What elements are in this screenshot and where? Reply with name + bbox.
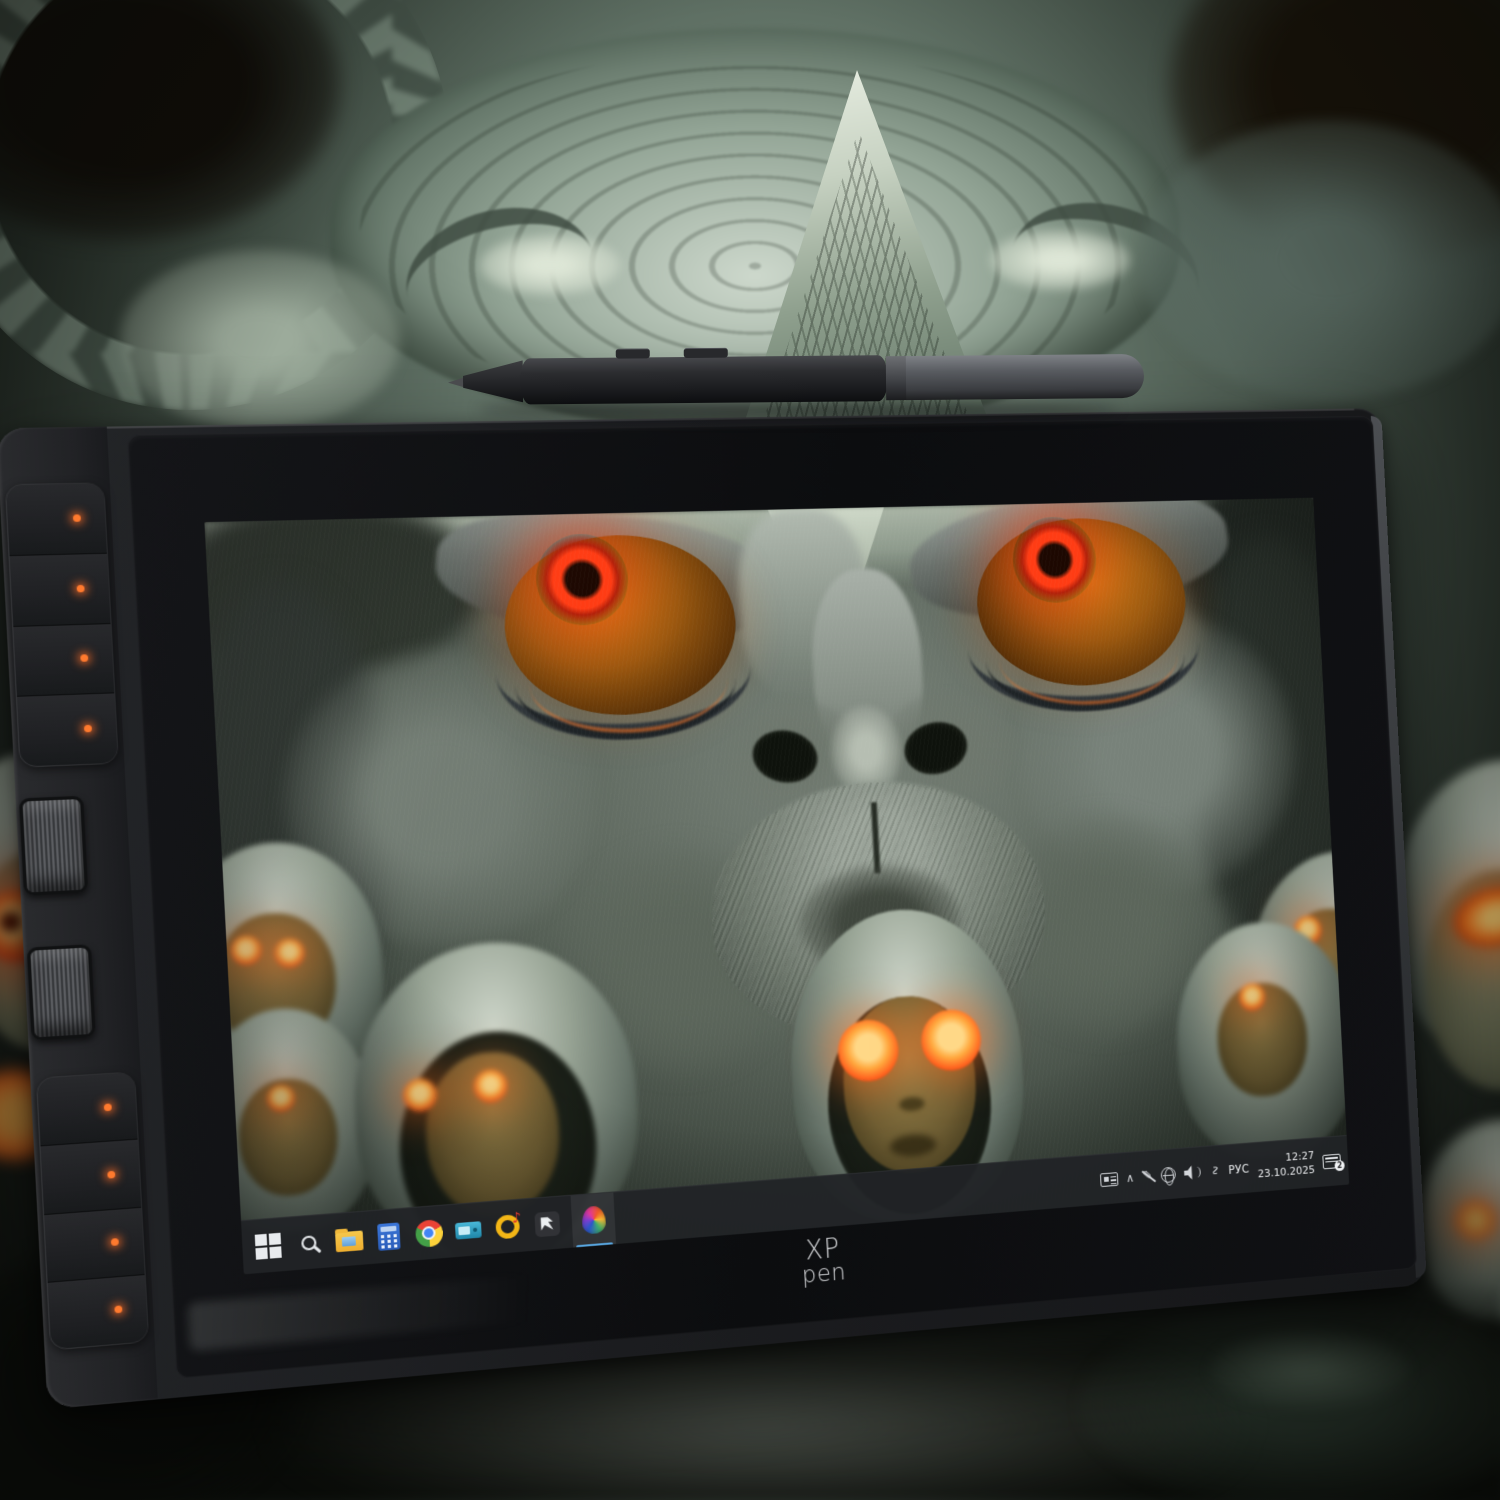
chrome-button[interactable] bbox=[414, 1218, 444, 1248]
key-group-bottom bbox=[35, 1071, 150, 1351]
key-led-icon bbox=[83, 724, 93, 733]
dark-tile-app-button[interactable] bbox=[532, 1209, 561, 1239]
express-key-4[interactable] bbox=[16, 693, 118, 767]
left-goblin-pupil bbox=[0, 912, 22, 932]
rubble-right-hl bbox=[1210, 1330, 1410, 1410]
stylus-disabled-icon[interactable]: ✎ bbox=[1142, 1168, 1153, 1183]
dark-app-glyph-icon bbox=[539, 1215, 555, 1231]
chrome-icon bbox=[414, 1218, 444, 1248]
express-key-5[interactable] bbox=[36, 1072, 138, 1147]
key-group-top bbox=[4, 482, 119, 768]
key-led-icon bbox=[103, 1103, 112, 1111]
music-note-icon: ♪ bbox=[511, 1209, 522, 1227]
express-key-1[interactable] bbox=[5, 483, 107, 556]
pen-button-2[interactable] bbox=[683, 347, 728, 359]
music-ring-icon: ♪ bbox=[495, 1210, 522, 1240]
calculator-button[interactable] bbox=[374, 1221, 404, 1251]
crown-scroll-hl-left bbox=[480, 235, 620, 295]
stylus-pen bbox=[448, 347, 1150, 411]
pen-cone bbox=[463, 360, 523, 403]
pen-button-1[interactable] bbox=[615, 348, 650, 359]
tablet-body: ♪ ∧ ✎ ∿ РУС 12:27 23.10.2025 2 XP pen bbox=[0, 408, 1428, 1410]
calculator-icon bbox=[377, 1221, 401, 1251]
search-icon bbox=[300, 1234, 317, 1251]
dark-app-icon bbox=[533, 1210, 560, 1237]
driver-utility-icon[interactable]: ∿ bbox=[1207, 1163, 1224, 1179]
roller-wheel-2[interactable] bbox=[26, 944, 96, 1041]
folder-icon bbox=[334, 1229, 364, 1252]
pen-ring bbox=[885, 356, 909, 401]
notification-center-icon[interactable]: 2 bbox=[1322, 1153, 1345, 1172]
scene: ♪ ∧ ✎ ∿ РУС 12:27 23.10.2025 2 XP pen bbox=[0, 0, 1500, 1500]
pen-grip bbox=[519, 355, 889, 405]
music-app-button[interactable]: ♪ bbox=[493, 1210, 522, 1242]
pen-display-icon bbox=[454, 1220, 482, 1240]
paint-drop-icon bbox=[580, 1205, 606, 1235]
pen-display-app-button[interactable] bbox=[454, 1215, 484, 1245]
roller-wheel-1[interactable] bbox=[18, 795, 89, 896]
key-led-icon bbox=[72, 514, 81, 522]
file-explorer-button[interactable] bbox=[334, 1224, 364, 1254]
key-led-icon bbox=[114, 1305, 123, 1314]
language-indicator[interactable]: РУС bbox=[1228, 1161, 1250, 1176]
ambience-right bbox=[1140, 120, 1500, 400]
crown-scroll-hl-right bbox=[990, 230, 1130, 290]
clock[interactable]: 12:27 23.10.2025 bbox=[1257, 1149, 1316, 1181]
paint-app-button-active[interactable] bbox=[570, 1191, 617, 1249]
display-screen[interactable]: ♪ ∧ ✎ ∿ РУС 12:27 23.10.2025 2 bbox=[204, 497, 1350, 1275]
hidden-icons-chevron-icon[interactable]: ∧ bbox=[1126, 1170, 1135, 1184]
express-key-7[interactable] bbox=[44, 1207, 145, 1283]
express-key-6[interactable] bbox=[40, 1139, 142, 1215]
news-and-interests-icon[interactable] bbox=[1099, 1171, 1118, 1187]
key-led-icon bbox=[110, 1238, 119, 1247]
pen-display-tablet: ♪ ∧ ✎ ∿ РУС 12:27 23.10.2025 2 XP pen bbox=[0, 408, 1428, 1410]
right-lower-eye bbox=[1454, 1200, 1498, 1240]
notification-badge: 2 bbox=[1334, 1160, 1345, 1172]
express-key-2[interactable] bbox=[9, 553, 111, 627]
volume-icon[interactable] bbox=[1184, 1165, 1202, 1181]
pen-rear-barrel bbox=[905, 353, 1145, 401]
windows-logo-icon bbox=[254, 1232, 282, 1260]
ambience-left bbox=[120, 250, 400, 430]
express-key-8[interactable] bbox=[47, 1274, 149, 1350]
express-key-3[interactable] bbox=[13, 623, 115, 698]
search-button[interactable] bbox=[293, 1227, 323, 1257]
start-button[interactable] bbox=[252, 1231, 282, 1261]
network-globe-icon[interactable] bbox=[1160, 1166, 1177, 1183]
key-led-icon bbox=[80, 654, 89, 663]
key-led-icon bbox=[107, 1170, 116, 1179]
key-led-icon bbox=[76, 584, 85, 593]
